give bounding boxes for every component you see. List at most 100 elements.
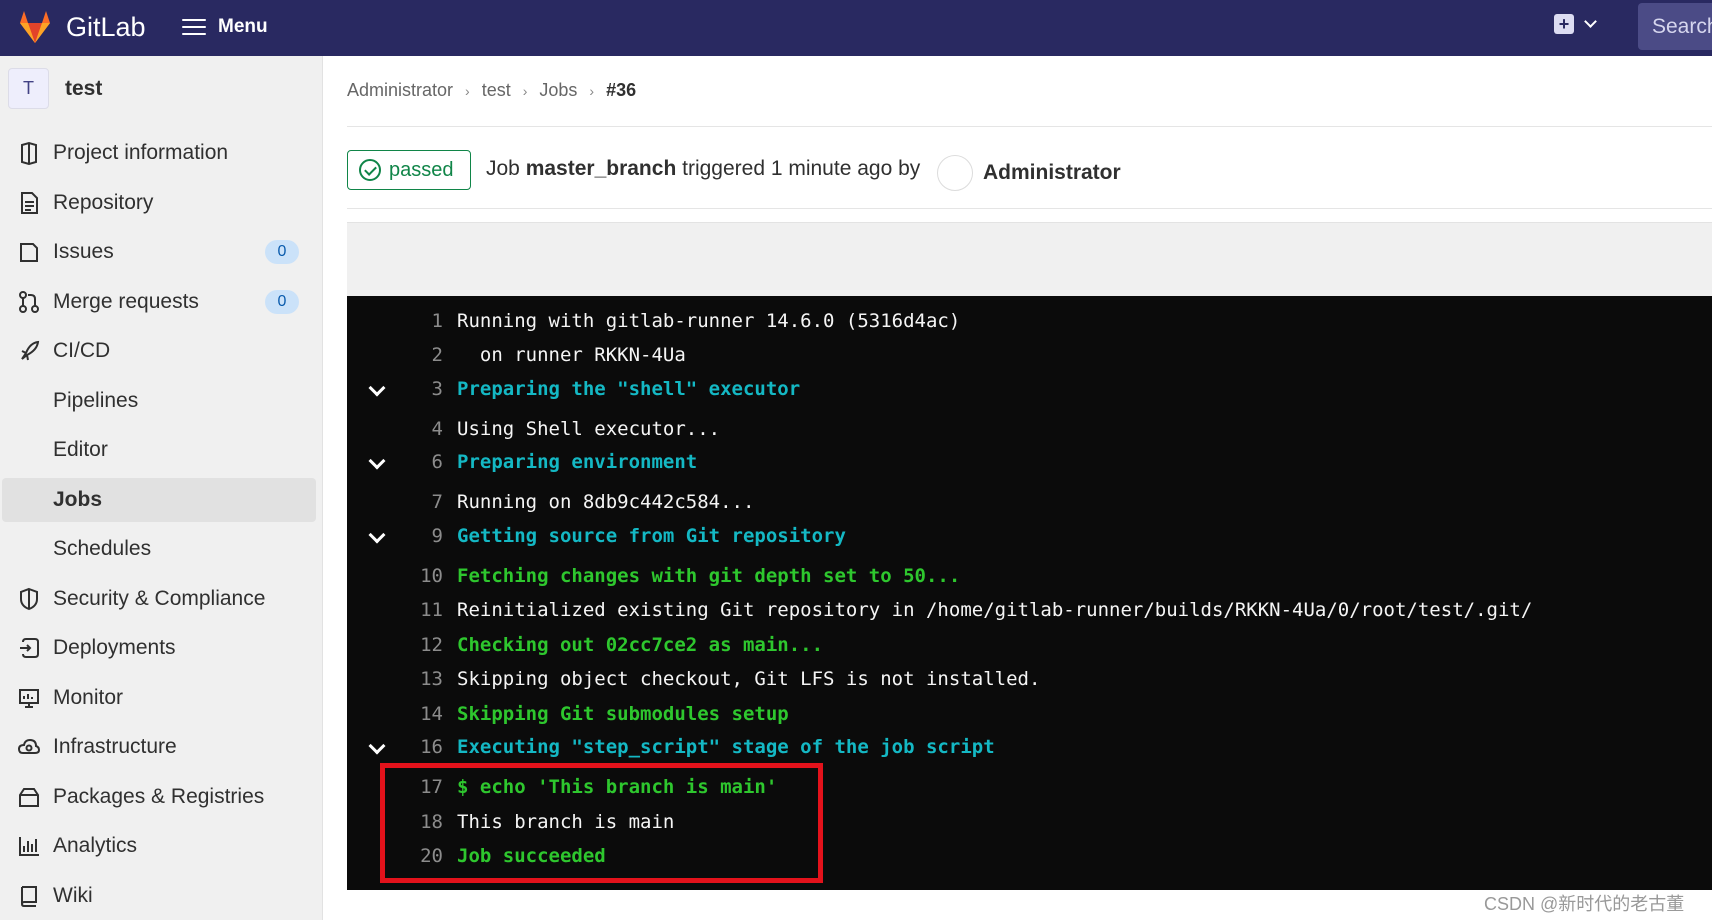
log-section-header[interactable]: 6 Preparing environment [347, 447, 1712, 477]
sidebar-item-label: Issues [53, 240, 114, 263]
chevron-down-icon[interactable] [368, 379, 386, 397]
log-text: Preparing the "shell" executor [457, 378, 801, 400]
search-input[interactable]: Search [1638, 3, 1712, 50]
log-text: Preparing environment [457, 451, 698, 473]
sidebar-item-repository[interactable]: Repository [0, 181, 316, 225]
status-success-icon [359, 159, 381, 181]
avatar[interactable] [937, 155, 973, 191]
line-number[interactable]: 7 [432, 487, 443, 517]
new-dropdown-button[interactable]: + [1554, 14, 1597, 34]
sidebar-item-project-information[interactable]: Project information [0, 131, 316, 175]
log-line: 12 Checking out 02cc7ce2 as main... [347, 630, 1712, 660]
status-label: passed [389, 158, 454, 181]
triggered-by-user[interactable]: Administrator [983, 161, 1121, 185]
line-number[interactable]: 1 [432, 306, 443, 336]
project-header[interactable]: T test [8, 68, 102, 109]
line-number[interactable]: 12 [420, 630, 443, 660]
book-icon [20, 886, 37, 907]
log-line: 11 Reinitialized existing Git repository … [347, 595, 1712, 625]
merge-request-icon [19, 291, 39, 313]
chevron-right-icon: › [522, 82, 528, 99]
sidebar-item-analytics[interactable]: Analytics [0, 824, 316, 868]
project-avatar: T [8, 68, 49, 109]
menu-button[interactable]: Menu [182, 12, 268, 42]
sidebar: T test Project information Repository Is… [0, 56, 323, 920]
doc-text-icon [21, 192, 38, 214]
log-text: Reinitialized existing Git repository in… [457, 599, 1533, 621]
log-line: 1 Running with gitlab-runner 14.6.0 (5316… [347, 306, 1712, 336]
sidebar-item-label: Merge requests [53, 290, 199, 313]
sidebar-item-label: Jobs [53, 488, 103, 511]
log-text: Skipping object checkout, Git LFS is not… [457, 668, 1041, 690]
sidebar-item-pipelines[interactable]: Pipelines [0, 379, 316, 423]
breadcrumb-jobs[interactable]: Jobs [539, 80, 577, 101]
job-triggered-text: triggered 1 minute ago by [676, 157, 921, 180]
top-navbar: GitLab Menu + Search [0, 0, 1712, 56]
sidebar-item-monitor[interactable]: Monitor [0, 676, 316, 720]
package-icon [19, 788, 39, 807]
sidebar-item-label: CI/CD [53, 339, 111, 362]
sidebar-item-label: Wiki [53, 884, 93, 907]
line-number[interactable]: 10 [420, 561, 443, 591]
deployments-icon [20, 638, 39, 658]
line-number[interactable]: 16 [420, 732, 443, 762]
sidebar-item-label: Monitor [53, 686, 124, 709]
watermark: CSDN @新时代的老古董 [1484, 894, 1685, 914]
sidebar-item-label: Infrastructure [53, 735, 177, 758]
breadcrumb-administrator[interactable]: Administrator [347, 80, 453, 101]
log-line: 4 Using Shell executor... [347, 414, 1712, 444]
sidebar-item-merge-requests[interactable]: Merge requests 0 [0, 280, 316, 324]
sidebar-item-label: Analytics [53, 834, 138, 857]
log-line: 10 Fetching changes with git depth set to… [347, 561, 1712, 591]
line-number[interactable]: 11 [420, 595, 443, 625]
sidebar-item-label: Project information [53, 141, 229, 164]
sidebar-item-wiki[interactable]: Wiki [0, 874, 316, 918]
sidebar-item-deployments[interactable]: Deployments [0, 626, 316, 670]
log-section-header[interactable]: 9 Getting source from Git repository [347, 521, 1712, 551]
sidebar-item-schedules[interactable]: Schedules [0, 527, 316, 571]
line-number[interactable]: 4 [432, 414, 443, 444]
status-badge[interactable]: passed [347, 150, 471, 190]
job-log-toolbar [347, 222, 1712, 296]
log-text: Running with gitlab-runner 14.6.0 (5316d… [457, 310, 961, 332]
project-name: test [65, 76, 103, 100]
log-section-header[interactable]: 3 Preparing the "shell" executor [347, 374, 1712, 404]
sidebar-item-label: Editor [53, 438, 108, 461]
chevron-down-icon[interactable] [368, 737, 386, 755]
issues-count-badge: 0 [265, 240, 299, 264]
cloud-gear-icon [18, 738, 40, 754]
gitlab-tanuki-icon[interactable] [16, 8, 54, 46]
line-number[interactable]: 3 [432, 374, 443, 404]
chevron-down-icon[interactable] [368, 452, 386, 470]
breadcrumb-project[interactable]: test [482, 80, 511, 101]
sidebar-item-issues[interactable]: Issues 0 [0, 230, 316, 274]
line-number[interactable]: 2 [432, 340, 443, 370]
chart-icon [19, 837, 39, 856]
chevron-right-icon: › [465, 82, 470, 99]
breadcrumb: Administrator › test › Jobs › #36 [347, 80, 636, 101]
sidebar-item-label: Schedules [53, 537, 152, 560]
sidebar-item-cicd[interactable]: CI/CD [0, 329, 316, 373]
monitor-icon [19, 689, 39, 708]
log-text: Executing "step_script" stage of the job… [457, 736, 995, 758]
sidebar-item-infrastructure[interactable]: Infrastructure [0, 725, 316, 769]
log-line: 2 on runner RKKN-4Ua [347, 340, 1712, 370]
chevron-down-icon[interactable] [368, 526, 386, 544]
line-number[interactable]: 9 [432, 521, 443, 551]
sidebar-item-packages-registries[interactable]: Packages & Registries [0, 775, 316, 819]
line-number[interactable]: 13 [420, 664, 443, 694]
sidebar-item-editor[interactable]: Editor [0, 428, 316, 472]
breadcrumb-job-id[interactable]: #36 [606, 80, 636, 101]
line-number[interactable]: 6 [432, 447, 443, 477]
gitlab-brand[interactable]: GitLab [66, 10, 146, 44]
sidebar-item-security-compliance[interactable]: Security & Compliance [0, 577, 316, 621]
line-number[interactable]: 14 [420, 699, 443, 729]
issues-icon [20, 243, 38, 262]
job-name: master_branch [525, 157, 677, 180]
log-section-header[interactable]: 16 Executing "step_script" stage of the j… [347, 732, 1712, 762]
sidebar-item-label: Repository [53, 191, 154, 214]
sidebar-item-label: Packages & Registries [53, 785, 265, 808]
sidebar-item-label: Pipelines [53, 389, 139, 412]
sidebar-item-jobs[interactable]: Jobs [2, 478, 316, 522]
log-line: 7 Running on 8db9c442c584... [347, 487, 1712, 517]
